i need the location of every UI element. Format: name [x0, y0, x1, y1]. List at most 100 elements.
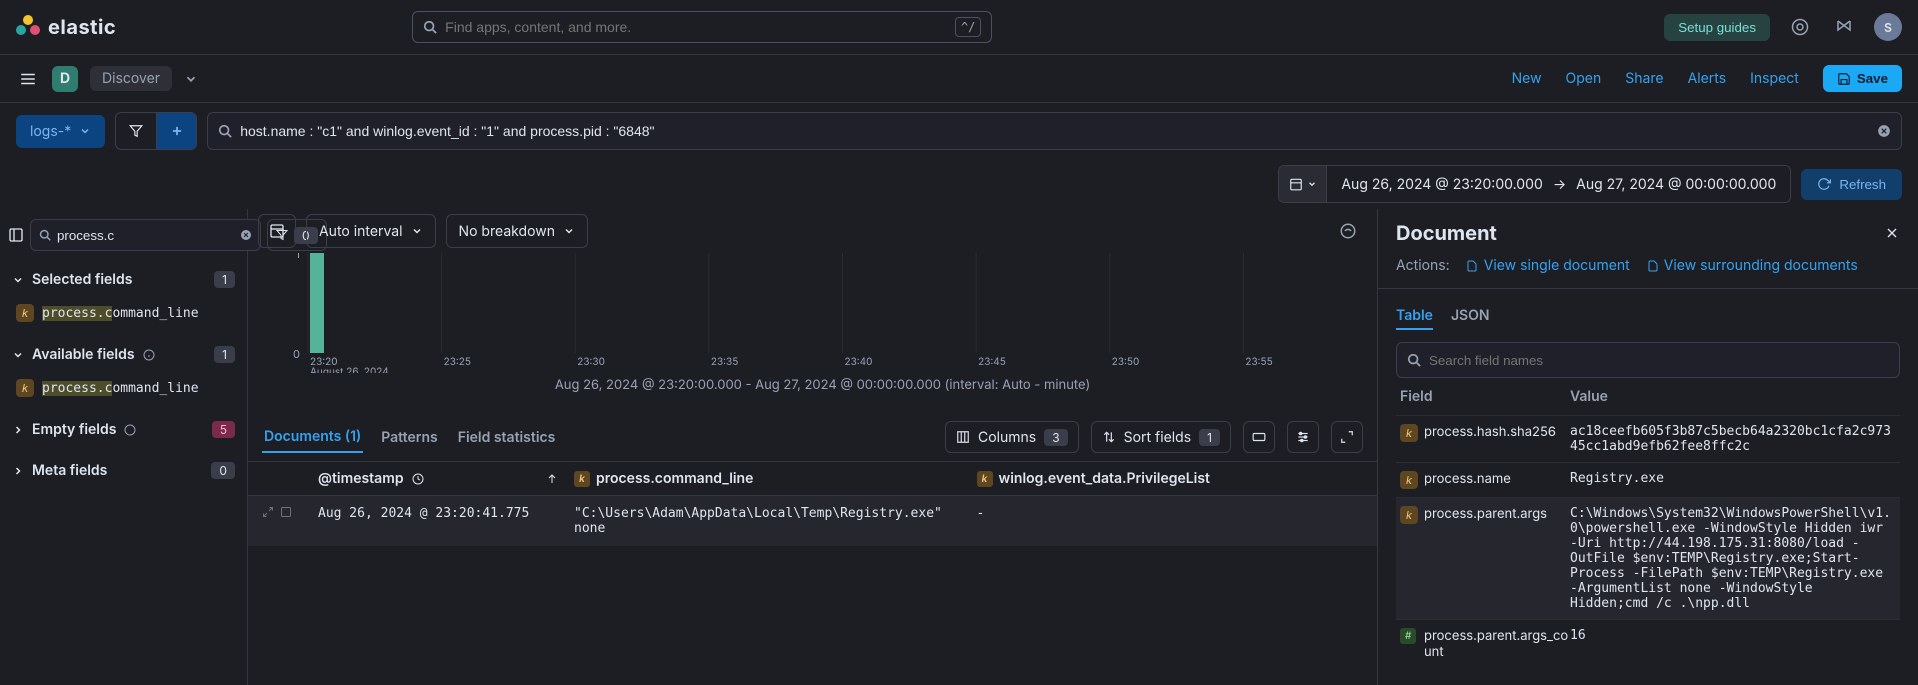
histogram-chart[interactable]: 0123:2023:2523:3023:3523:4023:4523:5023:… [248, 253, 1377, 413]
selected-fields-section[interactable]: Selected fields 1 [8, 265, 239, 294]
meta-fields-section[interactable]: Meta fields 0 [8, 456, 239, 485]
keyboard-icon[interactable] [1243, 421, 1275, 453]
table-row[interactable]: Aug 26, 2024 @ 23:20:41.775 "C:\Users\Ad… [248, 496, 1377, 546]
add-filter-icon[interactable] [156, 113, 196, 149]
calendar-icon[interactable] [1279, 166, 1327, 202]
checkbox-icon[interactable] [280, 506, 292, 518]
interval-selector[interactable]: Auto interval [306, 214, 436, 248]
new-link[interactable]: New [1512, 70, 1542, 87]
view-surrounding-documents-link[interactable]: View surrounding documents [1646, 257, 1858, 274]
close-icon[interactable] [1884, 225, 1900, 241]
time-range-display[interactable]: Aug 26, 2024 @ 23:20:00.000 → Aug 27, 20… [1327, 176, 1790, 193]
available-fields-count: 1 [214, 346, 235, 363]
empty-fields-section[interactable]: Empty fields 5 [8, 415, 239, 444]
query-input-field[interactable] [240, 123, 1869, 139]
keyword-type-icon: k [16, 304, 34, 322]
doc-field-name: process.parent.args_count [1424, 628, 1570, 660]
svg-text:23:30: 23:30 [577, 356, 605, 368]
fullscreen-icon[interactable] [1331, 421, 1363, 453]
expand-icon[interactable] [262, 506, 274, 518]
tab-field-statistics[interactable]: Field statistics [456, 423, 558, 452]
selected-fields-label: Selected fields [32, 271, 132, 288]
chevron-down-icon[interactable] [184, 72, 198, 86]
col2-label: winlog.event_data.PrivilegeList [999, 470, 1210, 487]
doc-field-search[interactable] [1396, 342, 1900, 378]
inspect-link[interactable]: Inspect [1750, 70, 1799, 87]
save-icon [1837, 72, 1851, 86]
help-icon[interactable] [1786, 13, 1814, 41]
share-link[interactable]: Share [1625, 70, 1663, 87]
keyword-type-icon: k [16, 379, 34, 397]
open-link[interactable]: Open [1566, 70, 1602, 87]
doc-field-value: C:\Windows\System32\WindowsPowerShell\v1… [1570, 506, 1896, 611]
lens-icon[interactable] [1329, 214, 1367, 248]
col1-header[interactable]: k process.command_line [574, 470, 961, 487]
timestamp-header[interactable]: @timestamp [318, 470, 558, 487]
doc-field-search-input[interactable] [1429, 353, 1889, 368]
nav-toggle-icon[interactable] [16, 67, 40, 91]
field-item[interactable]: k process.command_line [8, 298, 239, 328]
tab-table[interactable]: Table [1396, 303, 1433, 330]
doc-field-row[interactable]: kprocess.nameRegistry.exe [1396, 462, 1900, 497]
index-pattern-selector[interactable]: logs-* [16, 115, 105, 148]
time-picker[interactable]: Aug 26, 2024 @ 23:20:00.000 → Aug 27, 20… [1278, 165, 1791, 203]
breakdown-selector[interactable]: No breakdown [446, 214, 588, 248]
doc-actions-row: Actions: View single document View surro… [1396, 257, 1900, 274]
doc-field-row[interactable]: kprocess.parent.argsC:\Windows\System32\… [1396, 497, 1900, 619]
svg-text:23:50: 23:50 [1112, 356, 1140, 368]
info-icon[interactable] [143, 349, 155, 361]
collapse-sidebar-icon[interactable] [8, 221, 24, 249]
chart-caption: Aug 26, 2024 @ 23:20:00.000 - Aug 27, 20… [288, 377, 1357, 393]
row-col2: - [977, 506, 1364, 536]
grid-header: @timestamp k process.command_line k winl… [248, 462, 1377, 496]
field-search-input[interactable] [30, 219, 261, 251]
doc-field-row[interactable]: #process.parent.args_count16 [1396, 619, 1900, 668]
svg-text:1: 1 [296, 253, 300, 261]
actions-label: Actions: [1396, 257, 1450, 274]
global-search-input[interactable] [445, 19, 947, 35]
query-input[interactable] [207, 112, 1902, 150]
tab-json[interactable]: JSON [1451, 303, 1490, 330]
columns-button[interactable]: Columns 3 [945, 421, 1079, 453]
row-timestamp: Aug 26, 2024 @ 23:20:41.775 [318, 506, 558, 536]
doc-field-value: Registry.exe [1570, 471, 1896, 489]
filter-icon[interactable] [116, 113, 156, 149]
field-search-field[interactable] [57, 228, 234, 243]
info-icon[interactable] [124, 424, 136, 436]
selected-fields-count: 1 [214, 271, 235, 288]
sort-ascending-icon[interactable] [546, 473, 558, 485]
clock-icon [412, 473, 424, 485]
row-actions [262, 506, 302, 536]
save-button[interactable]: Save [1823, 65, 1902, 92]
available-fields-section[interactable]: Available fields 1 [8, 340, 239, 369]
toggle-chart-icon[interactable] [258, 214, 296, 248]
refresh-button[interactable]: Refresh [1801, 169, 1902, 200]
elastic-logo[interactable]: elastic [16, 15, 116, 39]
display-options-icon[interactable] [1287, 421, 1319, 453]
avatar[interactable]: S [1874, 13, 1902, 41]
tab-documents[interactable]: Documents (1) [262, 422, 363, 453]
col2-header[interactable]: k winlog.event_data.PrivilegeList [977, 470, 1364, 487]
svg-text:23:35: 23:35 [711, 356, 738, 368]
svg-text:23:45: 23:45 [978, 356, 1006, 368]
app-name[interactable]: Discover [90, 66, 172, 91]
query-bar: logs-* [0, 103, 1918, 159]
setup-guides-button[interactable]: Setup guides [1664, 14, 1770, 41]
svg-text:23:55: 23:55 [1245, 356, 1272, 368]
field-item[interactable]: k process.command_line [8, 373, 239, 403]
keyword-type-icon: k [1400, 506, 1418, 524]
sort-button[interactable]: Sort fields 1 [1091, 421, 1231, 453]
clear-query-icon[interactable] [1877, 124, 1891, 138]
view-single-document-link[interactable]: View single document [1466, 257, 1630, 274]
newsfeed-icon[interactable] [1830, 13, 1858, 41]
tab-patterns[interactable]: Patterns [379, 423, 440, 452]
number-type-icon: # [1400, 628, 1416, 644]
col1-label: process.command_line [596, 470, 753, 487]
columns-count: 3 [1044, 429, 1067, 446]
search-icon [218, 124, 232, 138]
alerts-link[interactable]: Alerts [1688, 70, 1727, 87]
doc-field-row[interactable]: kprocess.hash.sha256ac18ceefb605f3b87c5b… [1396, 415, 1900, 462]
keyword-type-icon: k [1400, 424, 1418, 442]
save-button-label: Save [1857, 71, 1888, 86]
global-search[interactable]: ^/ [412, 11, 992, 43]
